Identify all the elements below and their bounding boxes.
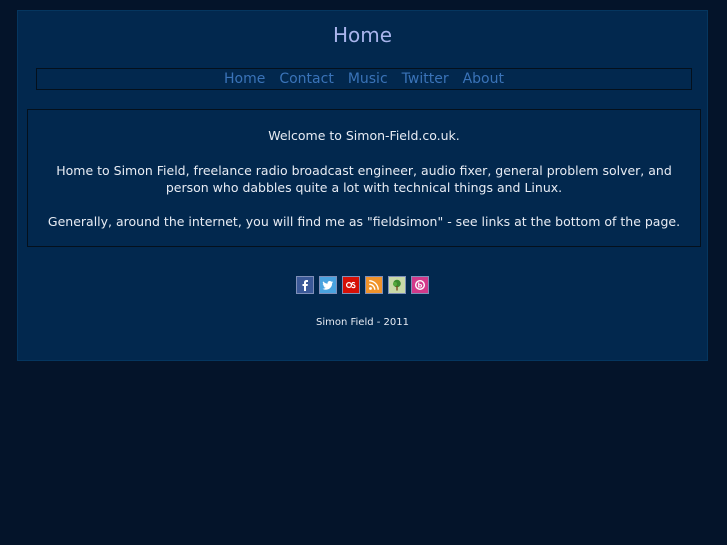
nav-music-link[interactable]: Music	[348, 69, 388, 89]
nav-about-link[interactable]: About	[463, 69, 504, 89]
intro-text: Home to Simon Field, freelance radio bro…	[56, 163, 672, 195]
page-title: Home	[332, 23, 393, 47]
tree-icon[interactable]	[388, 276, 406, 294]
nav-home-link[interactable]: Home	[224, 69, 265, 89]
svg-text:b: b	[418, 281, 423, 289]
footer-text: Simon Field - 2011	[316, 317, 409, 328]
nav-twitter-link[interactable]: Twitter	[402, 69, 449, 89]
nav-contact-link[interactable]: Contact	[279, 69, 333, 89]
lastfm-icon[interactable]	[342, 276, 360, 294]
main-nav: Home Contact Music Twitter About	[36, 68, 692, 90]
welcome-text: Welcome to Simon-Field.co.uk.	[268, 128, 460, 143]
links-note-text: Generally, around the internet, you will…	[47, 214, 681, 229]
rss-icon[interactable]	[365, 276, 383, 294]
page-container: Home Home Contact Music Twitter About We…	[17, 10, 708, 361]
blip-icon[interactable]: b	[411, 276, 429, 294]
twitter-icon[interactable]	[319, 276, 337, 294]
facebook-icon[interactable]	[296, 276, 314, 294]
content-box: Welcome to Simon-Field.co.uk. Home to Si…	[27, 109, 701, 247]
social-links: b	[18, 276, 707, 294]
